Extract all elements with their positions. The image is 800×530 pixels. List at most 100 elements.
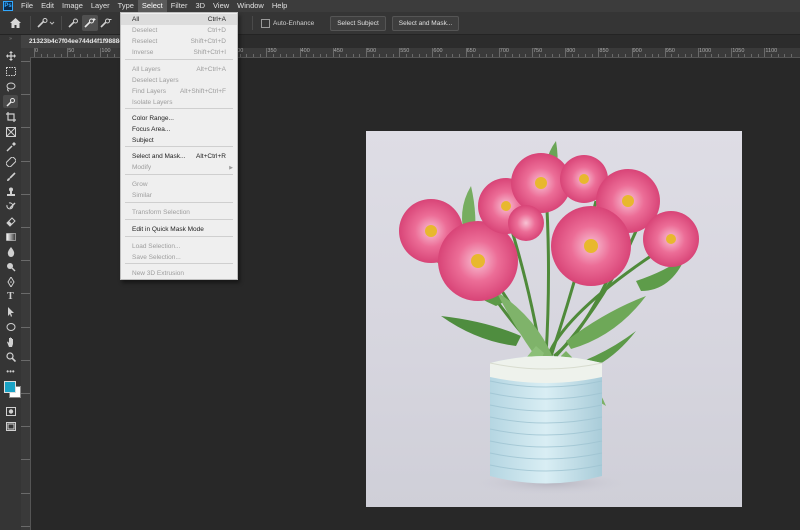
select-menu-item-deselect-layers[interactable]: Deselect Layers	[121, 75, 237, 86]
eyedropper-tool-icon[interactable]	[3, 140, 18, 153]
ruler-minor-tick	[253, 54, 255, 57]
photoshop-logo-icon[interactable]: Ps	[3, 1, 13, 11]
select-menu-item-deselect[interactable]: Deselect Ctrl+D	[121, 25, 237, 36]
move-tool-icon[interactable]	[3, 49, 18, 62]
select-menu-item-grow[interactable]: Grow	[121, 179, 237, 190]
submenu-arrow-icon: ▶	[229, 164, 233, 171]
ruler-minor-tick	[47, 54, 49, 57]
select-menu-item-transform-selection[interactable]: Transform Selection	[121, 207, 237, 218]
quick-mask-mode-icon[interactable]	[3, 405, 18, 418]
select-menu-item-find-layers[interactable]: Find Layers Alt+Shift+Ctrl+F	[121, 86, 237, 97]
select-menu-item-similar[interactable]: Similar	[121, 190, 237, 201]
select-menu-item-inverse[interactable]: Inverse Shift+Ctrl+I	[121, 47, 237, 58]
menu-separator	[125, 263, 233, 264]
menu-item-label: Inverse	[132, 49, 154, 56]
eraser-tool-icon[interactable]	[3, 215, 18, 228]
menu-help[interactable]: Help	[268, 0, 291, 12]
select-menu-item-edit-in-quick-mask-mode[interactable]: Edit in Quick Mask Mode	[121, 224, 237, 235]
zoom-tool-icon[interactable]	[3, 350, 18, 363]
select-menu-item-modify[interactable]: Modify ▶	[121, 162, 237, 173]
menu-layer[interactable]: Layer	[87, 0, 114, 12]
menu-view[interactable]: View	[209, 0, 233, 12]
auto-enhance-checkbox[interactable]	[261, 18, 270, 28]
healing-brush-tool-icon[interactable]	[3, 155, 18, 168]
select-menu-item-isolate-layers[interactable]: Isolate Layers	[121, 97, 237, 108]
menu-separator	[125, 236, 233, 237]
ruler-tick	[21, 426, 30, 428]
ruler-tick-label: 450	[333, 48, 343, 54]
document-tab[interactable]: 21323b4c7f04ee744d4f1f9888c	[21, 35, 130, 48]
frame-tool-icon[interactable]	[3, 125, 18, 138]
ruler-minor-tick	[419, 54, 421, 57]
menu-select[interactable]: Select	[137, 0, 167, 12]
home-icon[interactable]	[4, 15, 26, 31]
ruler-minor-tick	[439, 54, 441, 57]
menu-file[interactable]: File	[17, 0, 37, 12]
hand-tool-icon[interactable]	[3, 335, 18, 348]
color-swatches[interactable]	[2, 378, 21, 400]
ruler-minor-tick	[392, 54, 394, 57]
canvas-image[interactable]	[366, 131, 742, 507]
quick-selection-preset-icon[interactable]	[35, 15, 57, 31]
ruler-tick	[21, 94, 30, 96]
add-to-selection-brush-icon[interactable]	[82, 15, 98, 31]
ruler-minor-tick	[339, 54, 341, 57]
ruler-minor-tick	[704, 54, 706, 57]
select-menu-item-reselect[interactable]: Reselect Shift+Ctrl+D	[121, 36, 237, 47]
select-menu-item-color-range[interactable]: Color Range...	[121, 113, 237, 124]
quick-selection-tool-icon[interactable]	[3, 95, 18, 108]
more-tools-icon[interactable]: •••	[3, 365, 18, 378]
auto-enhance-option[interactable]: Auto-Enhance	[261, 18, 314, 28]
lasso-tool-icon[interactable]	[3, 80, 18, 93]
pen-tool-icon[interactable]	[3, 275, 18, 288]
select-menu-item-all-layers[interactable]: All Layers Alt+Ctrl+A	[121, 64, 237, 75]
new-selection-brush-icon[interactable]	[66, 15, 82, 31]
select-and-mask-button[interactable]: Select and Mask...	[391, 15, 460, 31]
menu-edit[interactable]: Edit	[37, 0, 58, 12]
menu-item-label: Load Selection...	[132, 243, 181, 250]
options-separator	[30, 16, 31, 30]
ruler-minor-tick	[512, 54, 514, 57]
menu-item-label: Grow	[132, 181, 148, 188]
ruler-tick	[21, 359, 30, 361]
vertical-ruler[interactable]	[21, 57, 31, 530]
ruler-minor-tick	[80, 54, 82, 57]
screen-mode-icon[interactable]	[3, 420, 18, 433]
history-brush-tool-icon[interactable]	[3, 200, 18, 213]
select-menu-item-load-selection[interactable]: Load Selection...	[121, 241, 237, 252]
select-subject-button[interactable]: Select Subject	[330, 15, 386, 31]
ruler-origin[interactable]	[21, 48, 30, 57]
marquee-tool-icon[interactable]	[3, 65, 18, 78]
ruler-tick	[21, 61, 30, 62]
shape-tool-icon[interactable]	[3, 320, 18, 333]
menu-type[interactable]: Type	[114, 0, 138, 12]
foreground-color-swatch[interactable]	[4, 381, 16, 393]
select-menu-item-all[interactable]: All Ctrl+A	[121, 14, 237, 25]
ruler-minor-tick	[312, 54, 314, 57]
ruler-minor-tick	[658, 54, 660, 57]
select-menu-item-new-3d-extrusion[interactable]: New 3D Extrusion	[121, 268, 237, 279]
dodge-tool-icon[interactable]	[3, 260, 18, 273]
select-menu-item-save-selection[interactable]: Save Selection...	[121, 252, 237, 263]
clone-stamp-tool-icon[interactable]	[3, 185, 18, 198]
select-menu-item-select-and-mask[interactable]: Select and Mask... Alt+Ctrl+R	[121, 151, 237, 162]
ruler-tick-label: 100	[101, 48, 111, 54]
crop-tool-icon[interactable]	[3, 110, 18, 123]
select-menu-item-focus-area[interactable]: Focus Area...	[121, 124, 237, 135]
menu-window[interactable]: Window	[233, 0, 268, 12]
menu-item-shortcut: Shift+Ctrl+D	[190, 38, 226, 45]
collapse-panel-icon[interactable]: »	[3, 36, 18, 42]
subtract-from-selection-brush-icon[interactable]	[98, 15, 114, 31]
select-menu-item-subject[interactable]: Subject	[121, 135, 237, 146]
type-tool-icon[interactable]: T	[3, 290, 18, 303]
gradient-tool-icon[interactable]	[3, 230, 18, 243]
blur-tool-icon[interactable]	[3, 245, 18, 258]
path-selection-tool-icon[interactable]	[3, 305, 18, 318]
ruler-tick-label: 0	[35, 48, 39, 54]
brush-tool-icon[interactable]	[3, 170, 18, 183]
ruler-minor-tick	[379, 54, 381, 57]
select-menu-dropdown: All Ctrl+A Deselect Ctrl+D Reselect Shift+Ctr…	[120, 12, 238, 280]
menu-filter[interactable]: Filter	[167, 0, 192, 12]
menu-image[interactable]: Image	[58, 0, 87, 12]
menu-3d[interactable]: 3D	[191, 0, 209, 12]
